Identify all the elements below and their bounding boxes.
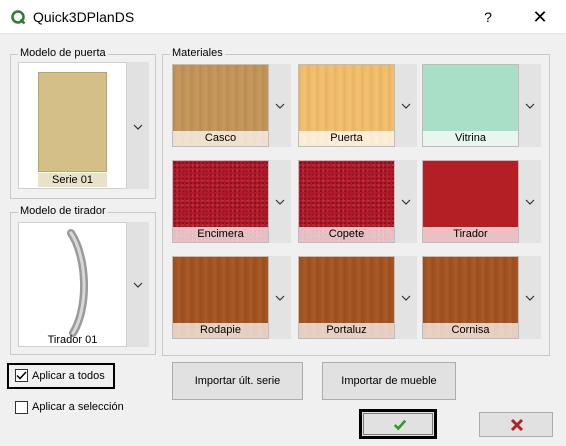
material-tile-label: Puerta xyxy=(299,131,394,146)
ok-button[interactable] xyxy=(359,409,437,439)
material-tile-label: Rodapie xyxy=(173,323,268,338)
door-swatch xyxy=(38,72,107,172)
material-tile-portaluz[interactable]: Portaluz xyxy=(298,256,395,339)
material-tile-puerta[interactable]: Puerta xyxy=(298,64,395,147)
apply-selection-label[interactable]: Aplicar a selección xyxy=(32,400,124,414)
materials-label: Materiales xyxy=(170,47,225,60)
material-tile-cornisa[interactable]: Cornisa xyxy=(422,256,519,339)
chevron-down-icon xyxy=(525,199,535,205)
handle-model-dropdown[interactable] xyxy=(127,222,149,347)
material-tile-label: Copete xyxy=(299,227,394,242)
apply-selection-checkbox[interactable] xyxy=(15,401,28,414)
checkmark-icon xyxy=(393,419,407,431)
chevron-down-icon xyxy=(133,124,143,130)
material-tile-label: Portaluz xyxy=(299,323,394,338)
material-tile-vitrina[interactable]: Vitrina xyxy=(422,64,519,147)
material-dropdown-puerta[interactable] xyxy=(395,64,417,147)
material-dropdown-encimera[interactable] xyxy=(269,160,291,243)
chevron-down-icon xyxy=(401,199,411,205)
x-icon xyxy=(510,418,524,432)
material-tile-casco[interactable]: Casco xyxy=(172,64,269,147)
chevron-down-icon xyxy=(275,295,285,301)
material-tile-label: Tirador xyxy=(423,227,518,242)
handle-model-label: Modelo de tirador xyxy=(18,205,108,218)
material-tile-rodapie[interactable]: Rodapie xyxy=(172,256,269,339)
material-dropdown-cornisa[interactable] xyxy=(519,256,541,339)
material-dropdown-tirador[interactable] xyxy=(519,160,541,243)
material-tile-label: Encimera xyxy=(173,227,268,242)
import-furniture-button[interactable]: Importar de mueble xyxy=(322,362,456,400)
title-bar: Quick3DPlanDS ? ✕ xyxy=(0,0,566,34)
material-dropdown-vitrina[interactable] xyxy=(519,64,541,147)
chevron-down-icon xyxy=(133,282,143,288)
material-tile-label: Casco xyxy=(173,131,268,146)
apply-all-checkbox[interactable] xyxy=(15,369,28,382)
window-title: Quick3DPlanDS xyxy=(33,9,135,25)
chevron-down-icon xyxy=(401,295,411,301)
door-model-label: Modelo de puerta xyxy=(18,47,108,60)
handle-item-label: Tirador 01 xyxy=(47,334,98,346)
q-logo-icon xyxy=(11,10,26,25)
chevron-down-icon xyxy=(275,103,285,109)
material-tile-copete[interactable]: Copete xyxy=(298,160,395,243)
import-last-series-button[interactable]: Importar últ. serie xyxy=(172,362,303,400)
material-tile-label: Vitrina xyxy=(423,131,518,146)
chevron-down-icon xyxy=(275,199,285,205)
door-item-label: Serie 01 xyxy=(38,173,107,187)
material-dropdown-casco[interactable] xyxy=(269,64,291,147)
door-model-dropdown[interactable] xyxy=(127,62,149,189)
handle-model-preview[interactable]: Tirador 01 xyxy=(18,222,127,347)
handle-image xyxy=(67,229,89,337)
chevron-down-icon xyxy=(401,103,411,109)
material-tile-tirador[interactable]: Tirador xyxy=(422,160,519,243)
checkmark-icon xyxy=(16,371,27,380)
chevron-down-icon xyxy=(525,295,535,301)
chevron-down-icon xyxy=(525,103,535,109)
material-tile-encimera[interactable]: Encimera xyxy=(172,160,269,243)
material-dropdown-portaluz[interactable] xyxy=(395,256,417,339)
close-button[interactable]: ✕ xyxy=(520,0,560,34)
cancel-button[interactable] xyxy=(479,412,553,437)
help-button[interactable]: ? xyxy=(468,0,508,34)
material-dropdown-rodapie[interactable] xyxy=(269,256,291,339)
material-tile-label: Cornisa xyxy=(423,323,518,338)
material-dropdown-copete[interactable] xyxy=(395,160,417,243)
apply-all-label[interactable]: Aplicar a todos xyxy=(32,369,105,383)
door-model-preview[interactable]: Serie 01 xyxy=(18,62,127,189)
